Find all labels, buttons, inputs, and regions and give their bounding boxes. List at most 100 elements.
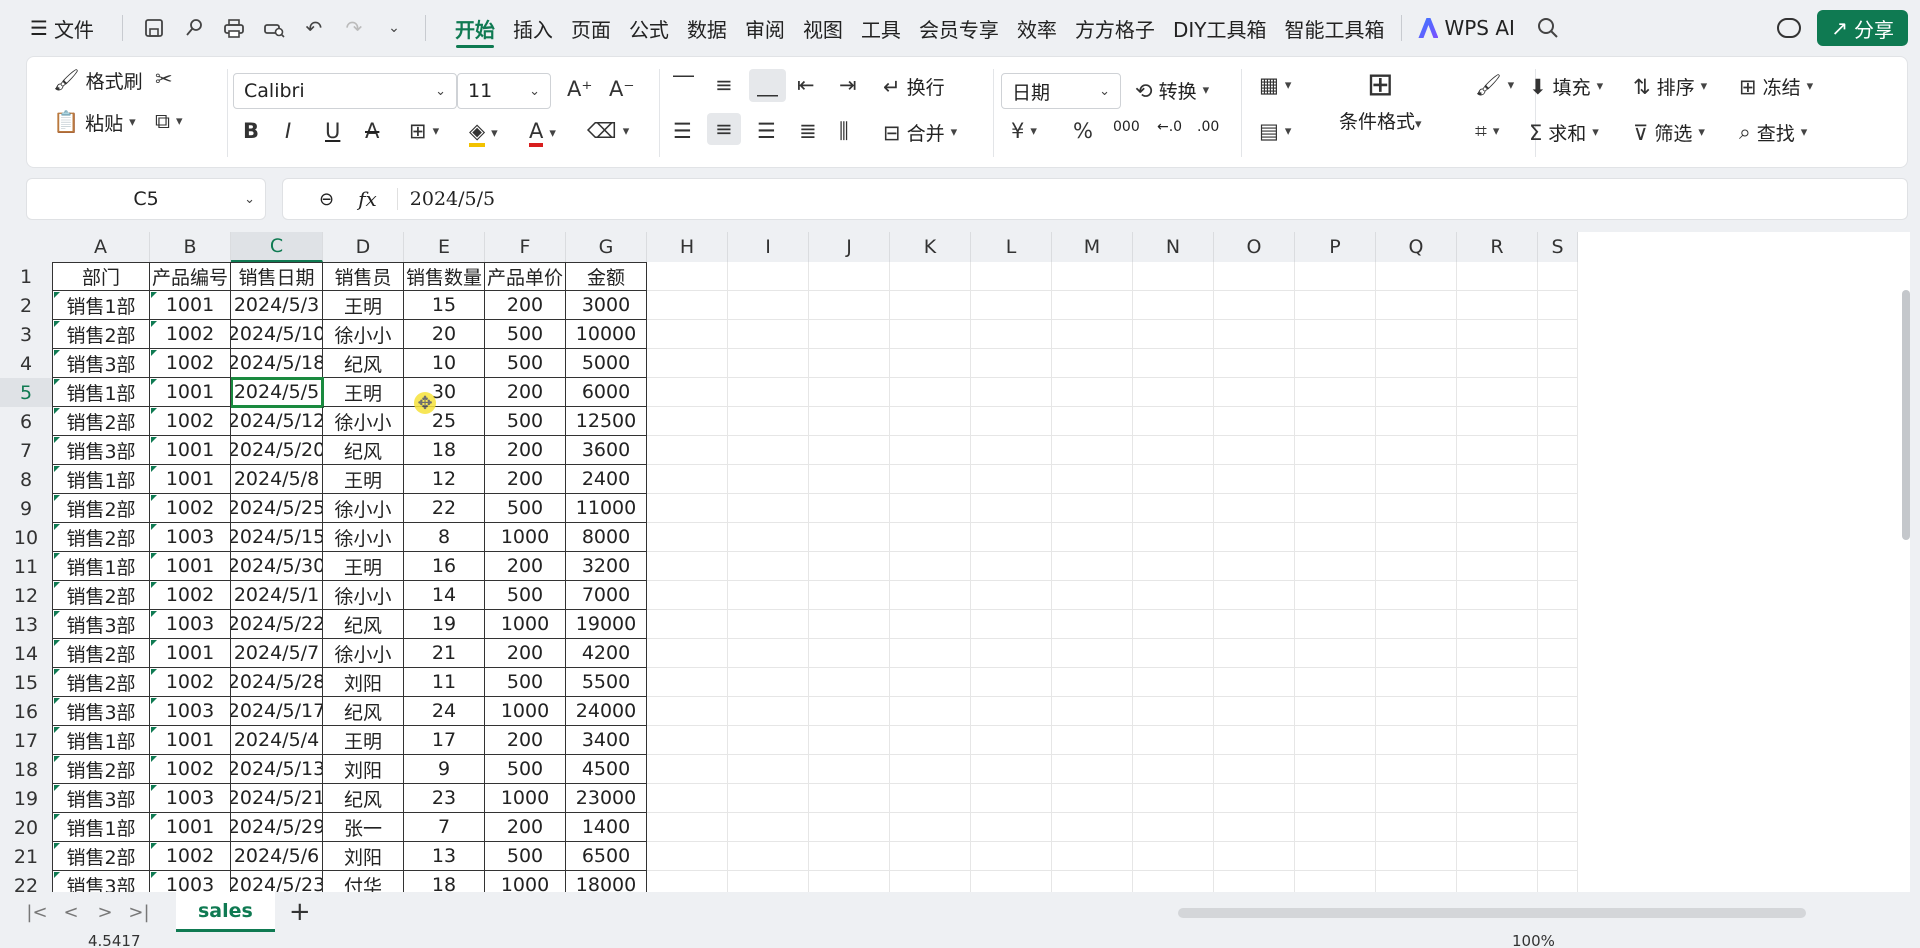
- cell[interactable]: [728, 813, 809, 842]
- cell[interactable]: [971, 813, 1052, 842]
- next-sheet-icon[interactable]: >: [88, 902, 122, 923]
- cell[interactable]: [1457, 291, 1538, 320]
- cell[interactable]: [1133, 871, 1214, 892]
- save-icon[interactable]: [137, 11, 171, 45]
- cell[interactable]: 20: [404, 320, 485, 349]
- cell[interactable]: 15: [404, 291, 485, 320]
- cell[interactable]: 3600: [566, 436, 647, 465]
- cell[interactable]: [1133, 320, 1214, 349]
- cell[interactable]: [809, 291, 890, 320]
- cell[interactable]: 徐小小: [323, 523, 404, 552]
- cell[interactable]: 1003: [150, 784, 231, 813]
- cell[interactable]: 7: [404, 813, 485, 842]
- cell[interactable]: 12500: [566, 407, 647, 436]
- cell[interactable]: 1001: [150, 465, 231, 494]
- row-header[interactable]: 13: [0, 610, 52, 639]
- cell[interactable]: [1214, 871, 1295, 892]
- chat-icon[interactable]: [1777, 18, 1802, 38]
- cell[interactable]: [647, 871, 728, 892]
- cell[interactable]: [890, 581, 971, 610]
- cell[interactable]: [1295, 262, 1376, 291]
- cell[interactable]: [647, 639, 728, 668]
- cell[interactable]: 21: [404, 639, 485, 668]
- cell[interactable]: 500: [485, 494, 566, 523]
- cell[interactable]: [728, 291, 809, 320]
- tab-home[interactable]: 开始: [446, 0, 504, 56]
- cell[interactable]: 1000: [485, 784, 566, 813]
- cell[interactable]: 徐小小: [323, 581, 404, 610]
- cell[interactable]: [890, 523, 971, 552]
- cell[interactable]: [1214, 697, 1295, 726]
- cell[interactable]: 13: [404, 842, 485, 871]
- cell[interactable]: [1538, 871, 1578, 892]
- fx-icon[interactable]: fx: [358, 187, 377, 211]
- horizontal-scrollbar[interactable]: [1178, 908, 1806, 918]
- cell[interactable]: [1295, 639, 1376, 668]
- column-header-a[interactable]: A: [52, 232, 150, 262]
- cell[interactable]: [647, 581, 728, 610]
- align-middle-icon[interactable]: ≡: [715, 73, 733, 97]
- print-icon[interactable]: [217, 11, 251, 45]
- cell[interactable]: [1538, 697, 1578, 726]
- cell[interactable]: [728, 407, 809, 436]
- cell[interactable]: [1538, 784, 1578, 813]
- cell[interactable]: [809, 436, 890, 465]
- file-menu[interactable]: ☰ 文件: [30, 14, 94, 43]
- cell[interactable]: [1457, 755, 1538, 784]
- cell[interactable]: 17: [404, 726, 485, 755]
- cell[interactable]: [1457, 581, 1538, 610]
- cell[interactable]: 纪风: [323, 436, 404, 465]
- cell[interactable]: 1003: [150, 523, 231, 552]
- cell[interactable]: [1052, 610, 1133, 639]
- cell[interactable]: 8: [404, 523, 485, 552]
- column-header-n[interactable]: N: [1133, 232, 1214, 262]
- first-sheet-icon[interactable]: |<: [20, 902, 54, 923]
- cell[interactable]: 2024/5/6: [231, 842, 323, 871]
- cell[interactable]: [728, 668, 809, 697]
- cell[interactable]: [1295, 494, 1376, 523]
- cell[interactable]: 王明: [323, 465, 404, 494]
- tab-member[interactable]: 会员专享: [910, 0, 1008, 56]
- cell[interactable]: [1052, 320, 1133, 349]
- cell[interactable]: 销售3部: [52, 697, 150, 726]
- column-header-s[interactable]: S: [1538, 232, 1578, 262]
- tab-formula[interactable]: 公式: [620, 0, 678, 56]
- italic-icon[interactable]: I: [285, 119, 291, 143]
- column-header-p[interactable]: P: [1295, 232, 1376, 262]
- cell[interactable]: [971, 842, 1052, 871]
- align-right-icon[interactable]: ☰: [757, 119, 776, 143]
- cell[interactable]: 2024/5/25: [231, 494, 323, 523]
- cell[interactable]: [890, 349, 971, 378]
- cell[interactable]: [1538, 291, 1578, 320]
- cell[interactable]: 2024/5/28: [231, 668, 323, 697]
- find-button[interactable]: ⌕ 查找 ▾: [1739, 119, 1807, 146]
- cell[interactable]: [1214, 639, 1295, 668]
- cell[interactable]: [1538, 552, 1578, 581]
- cell[interactable]: [971, 523, 1052, 552]
- cell[interactable]: 7000: [566, 581, 647, 610]
- cell[interactable]: [1295, 581, 1376, 610]
- cell[interactable]: [1295, 552, 1376, 581]
- cell[interactable]: [890, 639, 971, 668]
- cell[interactable]: [1214, 494, 1295, 523]
- cell[interactable]: 王明: [323, 291, 404, 320]
- fill-button[interactable]: ⬇ 填充 ▾: [1529, 73, 1603, 100]
- cell[interactable]: 1000: [485, 871, 566, 892]
- tab-smart-toolbox[interactable]: 智能工具箱: [1275, 0, 1393, 56]
- cell[interactable]: [1538, 842, 1578, 871]
- cell[interactable]: 10: [404, 349, 485, 378]
- cell[interactable]: 18000: [566, 871, 647, 892]
- cell[interactable]: [1538, 494, 1578, 523]
- cell[interactable]: [809, 697, 890, 726]
- cell[interactable]: [971, 668, 1052, 697]
- cell[interactable]: [890, 842, 971, 871]
- cell[interactable]: [728, 755, 809, 784]
- cell[interactable]: 王明: [323, 378, 404, 407]
- cell[interactable]: [971, 494, 1052, 523]
- cell[interactable]: [1457, 726, 1538, 755]
- row-header[interactable]: 19: [0, 784, 52, 813]
- cell[interactable]: [1376, 552, 1457, 581]
- cell[interactable]: [647, 813, 728, 842]
- cell[interactable]: 销售1部: [52, 465, 150, 494]
- cell[interactable]: [971, 262, 1052, 291]
